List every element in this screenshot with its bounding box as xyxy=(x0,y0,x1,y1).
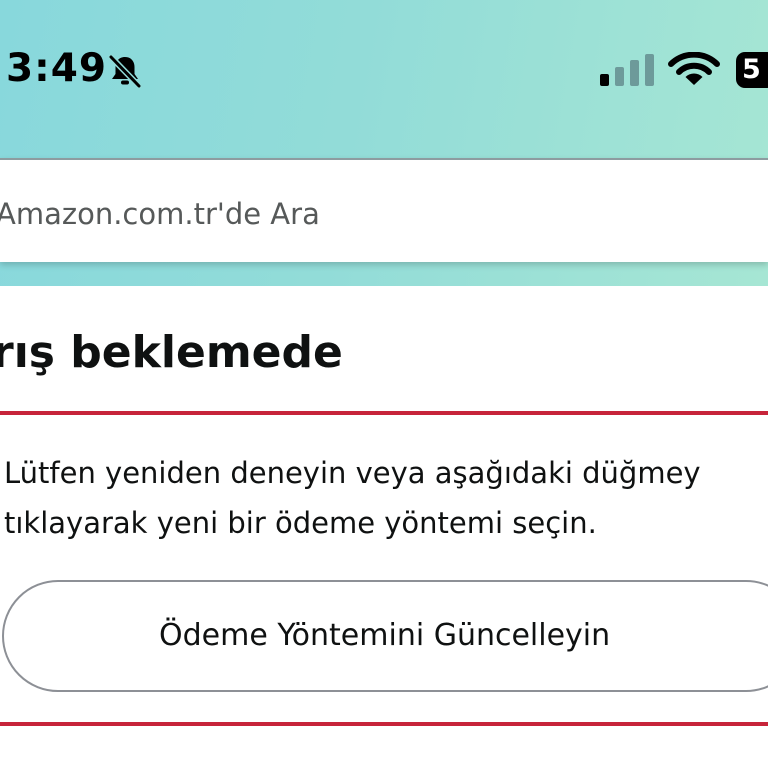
page-title: rış beklemede xyxy=(0,327,343,378)
status-bar: 3:49 5 xyxy=(0,0,768,140)
search-bar xyxy=(0,158,768,262)
alert-divider-top xyxy=(0,411,768,415)
status-time: 3:49 xyxy=(6,46,108,91)
search-input[interactable] xyxy=(0,194,756,234)
update-payment-method-button[interactable]: Ödeme Yöntemini Güncelleyin xyxy=(2,580,768,692)
wifi-icon xyxy=(668,52,720,85)
alert-message-line: tıklayarak yeni bir ödeme yöntemi seçin. xyxy=(4,506,597,540)
alert-divider-bottom xyxy=(0,722,768,726)
bell-slash-icon xyxy=(108,54,142,89)
payment-notice-panel: rış beklemede Lütfen yeniden deneyin vey… xyxy=(0,286,768,768)
cellular-signal-icon xyxy=(600,54,654,86)
alert-message-line: Lütfen yeniden deneyin veya aşağıdaki dü… xyxy=(4,456,701,490)
battery-icon: 5 xyxy=(736,52,768,88)
alert-message: Lütfen yeniden deneyin veya aşağıdaki dü… xyxy=(4,448,768,548)
